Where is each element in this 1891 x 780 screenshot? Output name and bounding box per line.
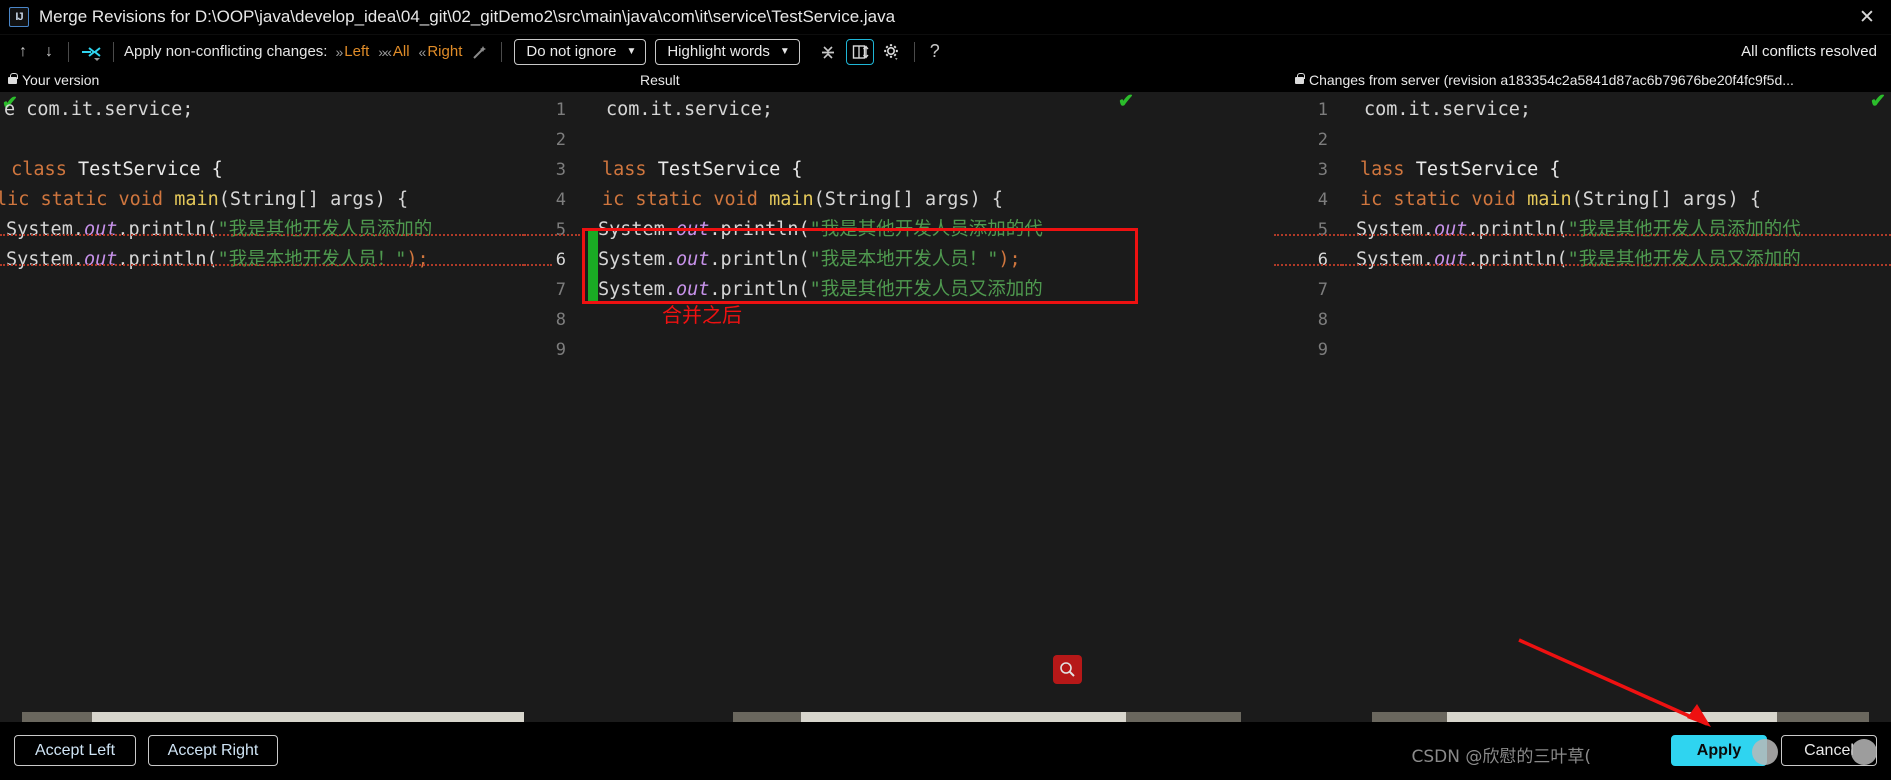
chevron-both-icon: »«: [378, 43, 392, 60]
apply-all-button[interactable]: All: [393, 43, 410, 60]
result-resolved-check-icon: ✔: [1118, 92, 1134, 112]
title-bar: IJ Merge Revisions for D:\OOP\java\devel…: [0, 0, 1891, 35]
line-number: 9: [1317, 340, 1328, 360]
ignore-policy-select[interactable]: Do not ignore ▼: [514, 38, 647, 65]
right-editor-pane[interactable]: com.it.service; lass TestService { ic st…: [1342, 92, 1891, 712]
pane-header-row: Your version Result Changes from server …: [0, 68, 1891, 92]
gear-icon[interactable]: [878, 39, 906, 65]
change-marker-bar: [588, 230, 598, 302]
accept-left-button[interactable]: Accept Left: [14, 735, 136, 766]
ignore-policy-value: Do not ignore: [526, 43, 617, 60]
csdn-watermark: CSDN @欣慰的三叶草(: [1411, 747, 1591, 767]
right-pane-title: Changes from server (revision a183354c2a…: [1309, 72, 1794, 88]
mouse-cursor-blob-1: [1752, 739, 1778, 765]
merge-editors: ✔ e com.it.service; class TestService { …: [0, 92, 1891, 712]
result-pane-header: Result: [640, 68, 680, 92]
merge-revisions-window: IJ Merge Revisions for D:\OOP\java\devel…: [0, 0, 1891, 780]
chevron-down-icon: ▼: [779, 46, 790, 57]
right-change-sep-bottom: [1342, 264, 1891, 266]
accept-right-button[interactable]: Accept Right: [148, 735, 278, 766]
left-pane-header: Your version: [8, 68, 99, 92]
intellij-app-icon: IJ: [9, 7, 29, 27]
left-change-separator-top: [0, 234, 524, 236]
window-title: Merge Revisions for D:\OOP\java\develop_…: [39, 7, 896, 26]
merge-toolbar: ↑ ↓ Apply non-conflicting changes: » Lef…: [0, 35, 1891, 68]
magic-wand-icon[interactable]: [465, 39, 495, 65]
gutter-link-bottom-right: [1274, 264, 1342, 266]
apply-non-conflicting-label: Apply non-conflicting changes:: [124, 43, 328, 60]
merge-annotation-label: 合并之后: [662, 303, 742, 327]
magnifier-icon: [1060, 662, 1075, 677]
gutter-link-top-right: [1274, 234, 1342, 236]
right-pane-header: Changes from server (revision a183354c2a…: [1295, 68, 1794, 92]
mouse-cursor-blob-2: [1851, 739, 1877, 765]
chevron-left-right-icon: «: [418, 43, 427, 60]
next-difference-icon[interactable]: ↓: [36, 39, 62, 65]
line-number: 9: [555, 340, 566, 360]
conflicts-status-label: All conflicts resolved: [1741, 43, 1877, 60]
chevron-right-left-icon: »: [335, 43, 343, 60]
result-right-gutter: 1 2 3 4 5 6 7 8 9: [1274, 92, 1342, 712]
result-pane-title: Result: [640, 72, 680, 88]
close-icon[interactable]: ✕: [1843, 0, 1891, 35]
left-change-separator-bottom: [0, 264, 524, 266]
highlight-policy-select[interactable]: Highlight words ▼: [655, 38, 800, 65]
toolbar-separator-3: [501, 41, 503, 62]
left-editor-pane[interactable]: ✔ e com.it.service; class TestService { …: [0, 92, 524, 712]
dialog-footer: Accept Left Accept Right CSDN @欣慰的三叶草( A…: [0, 722, 1891, 780]
sync-scroll-icon[interactable]: [845, 38, 874, 65]
help-icon[interactable]: ?: [921, 39, 949, 65]
lock-icon: [8, 72, 18, 84]
search-button[interactable]: [1053, 655, 1082, 684]
highlight-policy-value: Highlight words: [667, 43, 770, 60]
chevron-down-icon: ▼: [626, 46, 637, 57]
apply-right-button[interactable]: Right: [427, 43, 462, 60]
apply-left-button[interactable]: Left: [344, 43, 369, 60]
right-resolved-check-icon: ✔: [1870, 92, 1886, 112]
left-result-gutter: 1 2 3 4 5 6 7 8 9: [524, 92, 580, 712]
left-pane-title: Your version: [22, 72, 100, 88]
toolbar-separator-4: [913, 41, 915, 62]
apply-all-non-conflicting-icon[interactable]: [75, 39, 107, 65]
right-change-sep-top: [1342, 234, 1891, 236]
toolbar-separator-1: [68, 41, 69, 62]
collapse-unchanged-fragments-icon[interactable]: [814, 39, 842, 65]
lock-icon: [1295, 72, 1305, 84]
gutter-link-bottom: [524, 264, 552, 266]
previous-difference-icon[interactable]: ↑: [10, 39, 36, 65]
result-editor-pane[interactable]: 1 2 3 4 5 6 7 8 9 10 com.it.service; las…: [580, 92, 1274, 712]
toolbar-separator-2: [113, 41, 114, 62]
gutter-link-top: [524, 234, 580, 236]
